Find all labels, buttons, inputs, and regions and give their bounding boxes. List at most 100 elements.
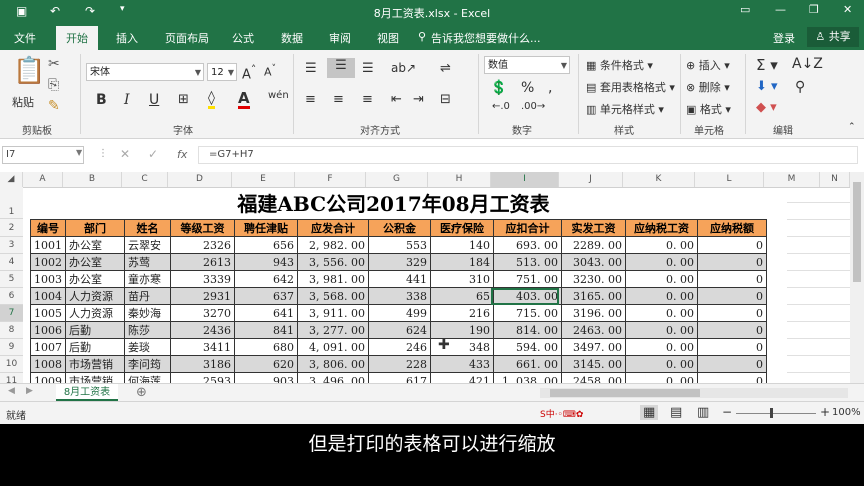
table-cell[interactable]: 1006	[30, 321, 66, 339]
table-cell[interactable]: 0. 00	[625, 338, 698, 356]
tab-file[interactable]: 文件	[14, 30, 36, 46]
table-cell[interactable]: 0. 00	[625, 253, 698, 271]
table-cell[interactable]: 办公室	[65, 236, 125, 254]
table-header-cell[interactable]: 姓名	[124, 219, 171, 237]
normal-view-icon[interactable]: ▦	[640, 405, 659, 420]
table-cell[interactable]: 499	[368, 304, 431, 322]
tab-page-layout[interactable]: 页面布局	[165, 30, 209, 46]
table-cell[interactable]: 814. 00	[493, 321, 562, 339]
table-cell[interactable]: 421	[430, 372, 494, 383]
table-cell[interactable]: 1007	[30, 338, 66, 356]
restore-icon[interactable]: ❐	[809, 3, 819, 16]
autosum-icon[interactable]: Σ ▾	[756, 56, 778, 74]
copy-icon[interactable]: ⎘	[48, 77, 59, 93]
row-header[interactable]: 3	[0, 237, 23, 254]
table-cell[interactable]: 2613	[170, 253, 235, 271]
table-cell[interactable]: 513. 00	[493, 253, 562, 271]
zoom-in-icon[interactable]: +	[820, 405, 830, 419]
table-cell[interactable]: 0	[697, 338, 767, 356]
tab-view[interactable]: 视图	[377, 30, 399, 46]
table-cell[interactable]: 0. 00	[625, 236, 698, 254]
table-cell[interactable]: 693. 00	[493, 236, 562, 254]
paste-label[interactable]: 粘贴	[12, 94, 34, 110]
ribbon-options-icon[interactable]: ▭	[740, 3, 750, 16]
column-header[interactable]: B	[63, 172, 122, 187]
cut-icon[interactable]: ✂	[48, 56, 60, 72]
worksheet[interactable]: 福建ABC公司2017年08月工资表 编号 部门 姓名 等级工资 聘任津贴 应发合计 公积金…	[23, 187, 850, 383]
fill-color-icon[interactable]: ◊	[208, 90, 215, 109]
tab-data[interactable]: 数据	[281, 30, 303, 46]
fill-icon[interactable]: ⬇ ▾	[756, 79, 778, 94]
table-cell[interactable]: 李问筠	[124, 355, 171, 373]
table-cell[interactable]: 216	[430, 304, 494, 322]
table-cell[interactable]: 3, 277. 00	[297, 321, 369, 339]
table-cell[interactable]: 594. 00	[493, 338, 562, 356]
find-select-icon[interactable]: ⚲	[795, 79, 805, 95]
row-header[interactable]: 5	[0, 271, 23, 288]
insert-cells-button[interactable]: ⊕ 插入 ▾	[686, 57, 730, 73]
merge-center-icon[interactable]: ⊟	[440, 92, 451, 107]
table-header-cell[interactable]: 部门	[65, 219, 125, 237]
table-cell[interactable]: 2593	[170, 372, 235, 383]
table-header-cell[interactable]: 应纳税额	[697, 219, 767, 237]
table-cell[interactable]: 后勤	[65, 321, 125, 339]
table-cell[interactable]: 人力资源	[65, 304, 125, 322]
wrap-text-icon[interactable]: ⇌	[440, 61, 451, 76]
table-cell[interactable]: 0. 00	[625, 270, 698, 288]
column-header[interactable]: K	[623, 172, 695, 187]
delete-cells-button[interactable]: ⊗ 删除 ▾	[686, 79, 730, 95]
page-layout-view-icon[interactable]: ▤	[670, 405, 682, 420]
row-header[interactable]: 1	[0, 187, 23, 219]
table-cell[interactable]: 2, 982. 00	[297, 236, 369, 254]
table-cell[interactable]: 620	[234, 355, 298, 373]
table-cell[interactable]: 0	[697, 253, 767, 271]
underline-icon[interactable]: U	[149, 92, 159, 108]
table-cell[interactable]: 841	[234, 321, 298, 339]
table-cell[interactable]: 2436	[170, 321, 235, 339]
table-cell[interactable]: 943	[234, 253, 298, 271]
table-cell[interactable]: 2458. 00	[561, 372, 626, 383]
horizontal-scrollbar[interactable]	[540, 388, 848, 398]
border-icon[interactable]: ⊞	[178, 92, 189, 107]
align-right-icon[interactable]: ≡	[362, 92, 373, 107]
tab-formulas[interactable]: 公式	[232, 30, 254, 46]
table-header-cell[interactable]: 公积金	[368, 219, 431, 237]
table-cell[interactable]: 0	[697, 372, 767, 383]
table-cell[interactable]: 苏莺	[124, 253, 171, 271]
table-cell[interactable]: 228	[368, 355, 431, 373]
clear-icon[interactable]: ◆ ▾	[756, 100, 777, 115]
tab-home[interactable]: 开始	[56, 26, 98, 50]
table-cell[interactable]: 3043. 00	[561, 253, 626, 271]
italic-icon[interactable]: I	[124, 92, 130, 108]
table-cell[interactable]: 329	[368, 253, 431, 271]
table-cell[interactable]: 3, 981. 00	[297, 270, 369, 288]
table-cell[interactable]: 秦妙海	[124, 304, 171, 322]
table-cell[interactable]: 0	[697, 287, 767, 305]
table-cell[interactable]: 1001	[30, 236, 66, 254]
table-cell[interactable]: 617	[368, 372, 431, 383]
table-cell[interactable]: 3, 568. 00	[297, 287, 369, 305]
table-header-cell[interactable]: 编号	[30, 219, 66, 237]
conditional-format-button[interactable]: ▦ 条件格式 ▾	[586, 57, 653, 73]
table-cell[interactable]: 1003	[30, 270, 66, 288]
align-top-icon[interactable]: ☰	[305, 61, 317, 76]
cancel-icon[interactable]: ✕	[120, 147, 130, 161]
font-size-select[interactable]: 12 ▼	[207, 63, 237, 81]
table-cell[interactable]: 641	[234, 304, 298, 322]
table-cell[interactable]: 3, 496. 00	[297, 372, 369, 383]
table-cell[interactable]: 642	[234, 270, 298, 288]
next-sheet-icon[interactable]: ▶	[26, 386, 33, 396]
column-header[interactable]: F	[295, 172, 366, 187]
table-cell[interactable]: 1008	[30, 355, 66, 373]
table-cell[interactable]: 338	[368, 287, 431, 305]
paste-icon[interactable]: 📋	[13, 56, 45, 86]
table-cell[interactable]: 人力资源	[65, 287, 125, 305]
row-header[interactable]: 2	[0, 219, 23, 237]
table-cell[interactable]: 0. 00	[625, 321, 698, 339]
chevron-down-icon[interactable]: ▼	[76, 148, 82, 157]
table-cell[interactable]: 2326	[170, 236, 235, 254]
scrollbar-thumb[interactable]	[853, 182, 861, 282]
column-header[interactable]: M	[764, 172, 820, 187]
table-cell[interactable]: 3196. 00	[561, 304, 626, 322]
tab-review[interactable]: 审阅	[329, 30, 351, 46]
